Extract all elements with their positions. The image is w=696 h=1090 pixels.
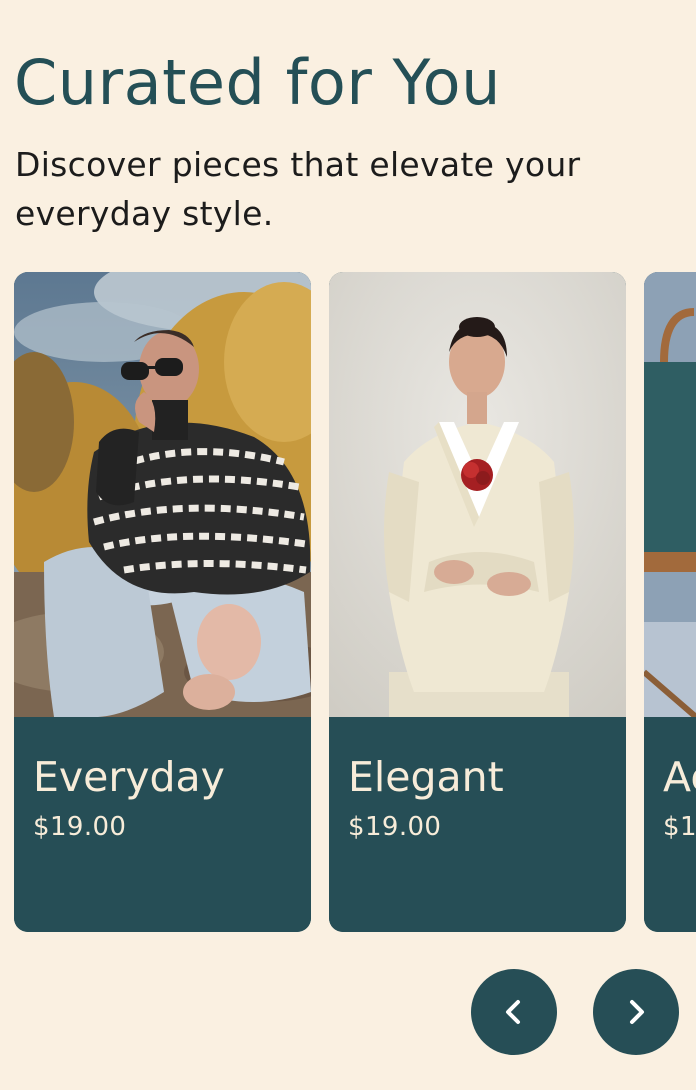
product-title[interactable]: Elegant [348,751,504,803]
product-image-elegant[interactable] [329,272,626,717]
chevron-right-icon [630,1000,644,1024]
page-subtitle: Discover pieces that elevate your everyd… [15,145,581,233]
product-title[interactable]: Everyday [33,751,225,803]
product-carousel: Everyday $19.00 Elegant $19.00 A $1 [0,272,696,932]
product-title[interactable]: Ac [663,751,696,803]
chevron-left-icon [506,1000,520,1024]
page-title: Curated for You [14,46,501,119]
product-info-elegant: Elegant $19.00 [329,717,626,932]
product-price: $19.00 [33,812,127,842]
product-info-everyday: Everyday $19.00 [14,717,311,932]
product-info-accessories: Ac $1 [644,717,696,932]
product-card-elegant[interactable]: Elegant $19.00 [329,272,626,932]
product-card-everyday[interactable]: Everyday $19.00 [14,272,311,932]
carousel-next-button[interactable] [593,969,679,1055]
product-image-everyday[interactable] [14,272,311,717]
product-image-accessories[interactable] [644,272,696,717]
product-price: $19.00 [348,812,442,842]
product-price: $1 [663,812,696,842]
product-card-accessories[interactable]: Ac $1 [644,272,696,932]
carousel-prev-button[interactable] [471,969,557,1055]
